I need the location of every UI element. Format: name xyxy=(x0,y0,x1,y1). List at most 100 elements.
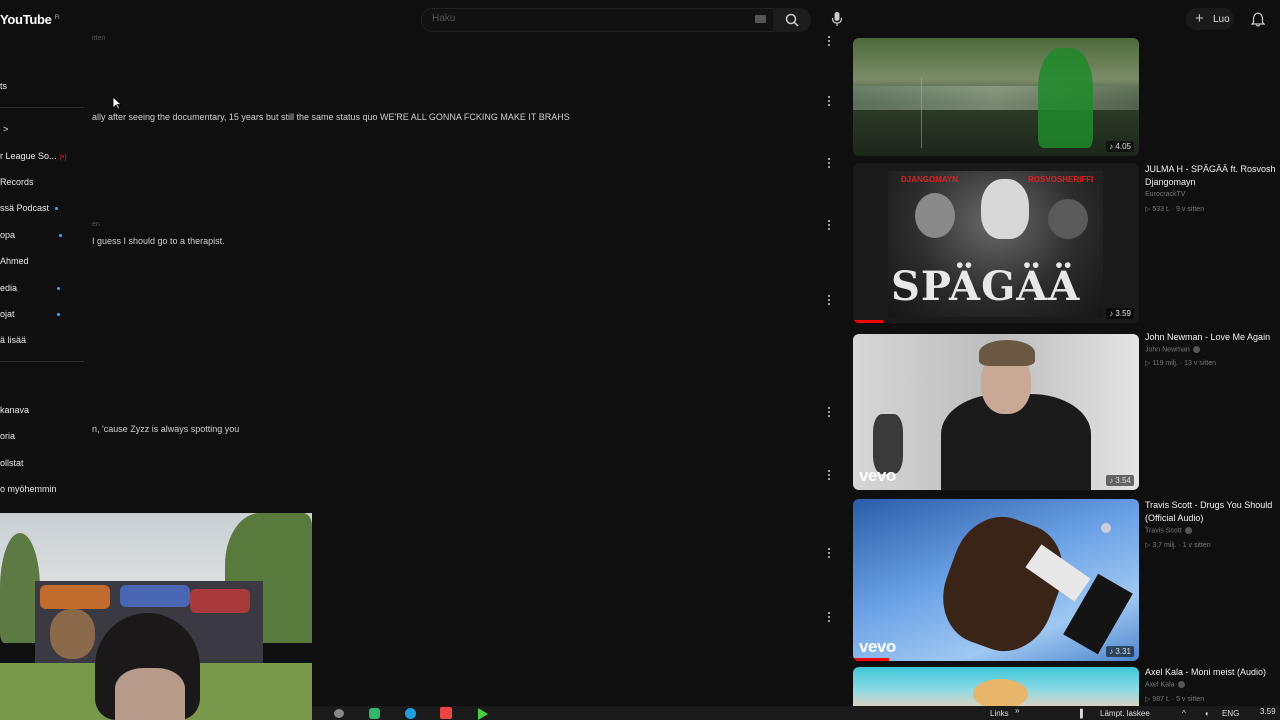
youtube-logo[interactable]: YouTube FI xyxy=(0,12,60,27)
bell-icon xyxy=(1251,12,1265,27)
sidebar-item-subscription-5[interactable]: Ahmed xyxy=(0,256,29,266)
comment-menu-button[interactable] xyxy=(824,468,834,482)
video-title[interactable]: JULMA H - SPÄGÄÄ ft. Rosvosh xyxy=(1145,164,1276,174)
voice-search-button[interactable] xyxy=(824,7,848,31)
plus-icon: + xyxy=(1195,10,1204,27)
video-title-line2[interactable]: (Official Audio) xyxy=(1145,513,1203,523)
sidebar-item-label: oria xyxy=(0,431,16,441)
search-input[interactable]: Haku xyxy=(421,8,774,32)
tray-chevron-up-icon[interactable]: ^ xyxy=(1182,709,1186,718)
sidebar-item-history[interactable]: oria xyxy=(0,431,15,441)
channel-name[interactable]: John Newman xyxy=(1145,346,1200,353)
video-thumbnail[interactable]: vevo ♪ 3.31 xyxy=(853,499,1139,661)
sidebar-item-shorts[interactable]: ts xyxy=(0,81,7,91)
verified-icon xyxy=(1177,681,1185,688)
sidebar-item-you[interactable]: > xyxy=(3,124,8,134)
sidebar-item-subscription-7[interactable]: ojat xyxy=(0,309,60,319)
sidebar-item-watch-later[interactable]: o myöhemmin xyxy=(0,484,57,494)
comment-text: ally after seeing the documentary, 15 ye… xyxy=(92,112,570,122)
sidebar-divider xyxy=(0,361,84,362)
app-icon-play[interactable] xyxy=(478,708,488,720)
comment-menu-button[interactable] xyxy=(824,218,834,232)
app-icon-spotify[interactable] xyxy=(369,708,380,719)
sidebar-item-subscription-2[interactable]: Records xyxy=(0,177,34,187)
video-thumbnail[interactable]: ♪ 4.05 xyxy=(853,38,1139,156)
new-content-dot xyxy=(59,234,63,238)
video-meta: ▷ 533 t. · 9 v sitten xyxy=(1145,206,1205,213)
sidebar-item-label: ojat xyxy=(0,309,15,319)
new-content-dot xyxy=(57,287,61,291)
video-duration: ♪ 3.54 xyxy=(1106,475,1134,486)
live-icon: (•) xyxy=(59,154,67,161)
logo-region: FI xyxy=(54,14,60,21)
video-duration: ♪ 3.31 xyxy=(1106,646,1134,657)
video-title-line2[interactable]: Djangomayn xyxy=(1145,177,1196,187)
mouse-cursor-icon xyxy=(112,96,122,110)
sidebar-item-label: Records xyxy=(0,177,34,187)
keyboard-icon[interactable] xyxy=(755,15,766,23)
verified-icon xyxy=(1184,527,1192,534)
sidebar-item-label: Ahmed xyxy=(0,256,29,266)
new-content-dot xyxy=(55,207,59,211)
vevo-logo: vevo xyxy=(859,466,896,485)
thumbnail-title-text: SPÄGÄÄ xyxy=(891,263,1081,310)
sidebar-item-label: ssä Podcast xyxy=(0,203,50,213)
watch-progress-bar xyxy=(853,320,883,323)
verified-icon xyxy=(1192,346,1200,353)
sidebar-item-label: kanava xyxy=(0,405,30,415)
comment-meta: itten xyxy=(92,35,106,42)
video-thumbnail[interactable] xyxy=(853,667,1139,706)
video-title[interactable]: Axel Kala - Moni meist (Audio) xyxy=(1145,667,1266,677)
video-title[interactable]: Travis Scott - Drugs You Should xyxy=(1145,500,1272,510)
sidebar-item-label: o myöhemmin xyxy=(0,484,57,494)
sidebar-item-subscription-6[interactable]: edia xyxy=(0,283,61,293)
weather-status: Lämpt. laskee xyxy=(1100,709,1150,718)
vevo-logo: vevo xyxy=(859,637,896,656)
channel-name[interactable]: Travis Scott xyxy=(1145,527,1192,534)
chevron-icon[interactable]: » xyxy=(1015,706,1019,715)
search-icon xyxy=(785,13,799,27)
video-meta: ▷ 119 milj. · 13 v sitten xyxy=(1145,360,1217,367)
sidebar-item-label: ts xyxy=(0,81,8,91)
network-icon[interactable]: ◐ xyxy=(1205,709,1210,718)
search-button[interactable] xyxy=(773,8,811,32)
thumbnail-text-left: DJANGOMAYN xyxy=(901,175,959,184)
logo-text: YouTube xyxy=(0,12,52,27)
video-thumbnail[interactable]: DJANGOMAYN ROSVOSHERIFFI SPÄGÄÄ ♪ 3.59 xyxy=(853,163,1139,323)
search-taskbar-icon[interactable] xyxy=(334,709,344,718)
sidebar-item-subscription-1[interactable]: r League So... (•) xyxy=(0,151,67,161)
microphone-tray-icon[interactable]: ▌ xyxy=(1080,709,1086,718)
comment-menu-button[interactable] xyxy=(824,546,834,560)
comment-menu-button[interactable] xyxy=(824,94,834,108)
video-meta: ▷ 987 t. · 5 v sitten xyxy=(1145,696,1205,703)
video-duration: ♪ 3.59 xyxy=(1106,308,1134,319)
video-meta: ▷ 3,7 milj. · 1 v sitten xyxy=(1145,542,1211,549)
comment-menu-button[interactable] xyxy=(824,610,834,624)
comment-menu-button[interactable] xyxy=(824,156,834,170)
clock[interactable]: 3.59 xyxy=(1260,707,1276,716)
language-indicator[interactable]: ENG xyxy=(1222,709,1239,718)
sidebar-item-label: r League So... xyxy=(0,151,57,161)
create-button[interactable]: + Luo xyxy=(1186,8,1234,30)
sidebar-item-your-channel[interactable]: kanava xyxy=(0,405,29,415)
video-title[interactable]: John Newman - Love Me Again xyxy=(1145,332,1270,342)
comment-meta: en xyxy=(92,221,100,228)
microphone-icon xyxy=(831,12,843,26)
weather-widget[interactable]: Links xyxy=(990,709,1009,718)
comment-text: n, 'cause Zyzz is always spotting you xyxy=(92,424,240,434)
comment-menu-button[interactable] xyxy=(824,405,834,419)
thumbnail-text-right: ROSVOSHERIFFI xyxy=(1028,175,1094,184)
video-thumbnail[interactable]: vevo ♪ 3.54 xyxy=(853,334,1139,490)
app-icon-brave[interactable] xyxy=(440,707,452,719)
notifications-button[interactable] xyxy=(1248,10,1268,30)
sidebar-item-subscription-3[interactable]: ssä Podcast xyxy=(0,203,59,213)
channel-name[interactable]: Axel Kala xyxy=(1145,681,1185,688)
sidebar-item-subscription-4[interactable]: opa xyxy=(0,230,63,240)
sidebar-show-more[interactable]: ä lisää xyxy=(0,335,26,345)
channel-name[interactable]: EurocrackTV xyxy=(1145,191,1185,198)
sidebar-item-playlists[interactable]: ollstat xyxy=(0,458,24,468)
sidebar-item-label: ollstat xyxy=(0,458,24,468)
app-icon-edge[interactable] xyxy=(405,708,416,719)
comment-menu-button[interactable] xyxy=(824,34,834,48)
comment-menu-button[interactable] xyxy=(824,293,834,307)
